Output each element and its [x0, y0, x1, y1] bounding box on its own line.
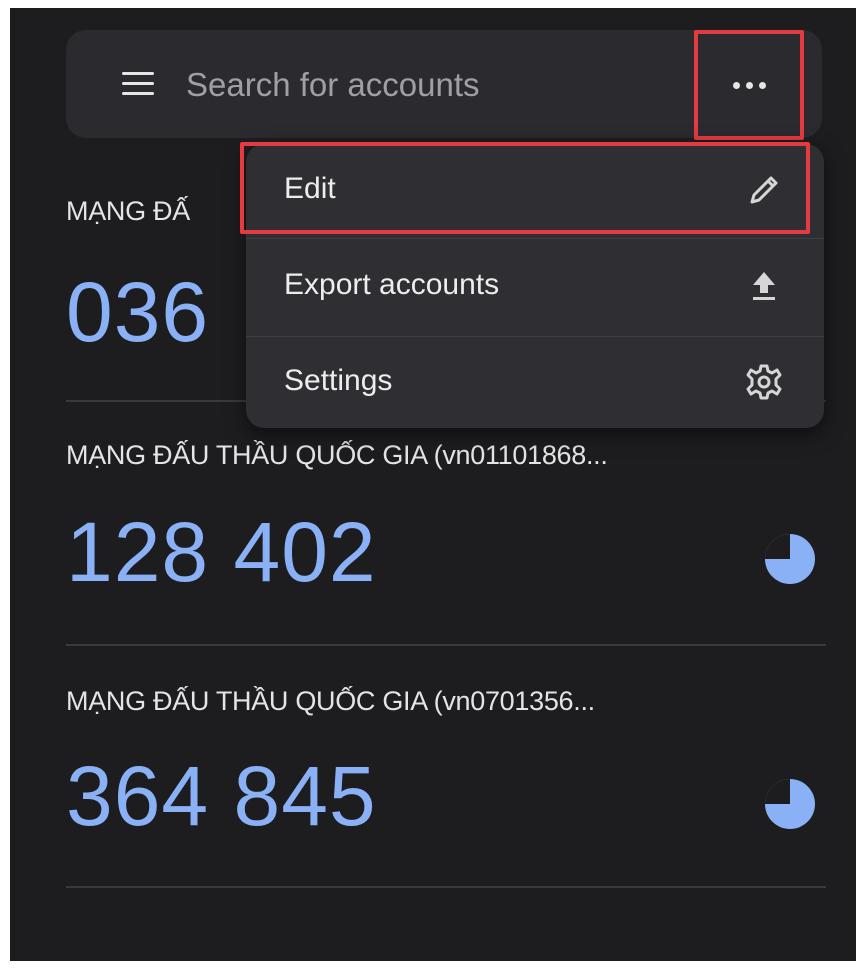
menu-item-label: Export accounts — [284, 268, 500, 301]
account-name: MẠNG ĐẤU THẦU QUỐC GIA (vn0701356... — [66, 686, 595, 716]
account-name: MẠNG ĐẤ — [66, 196, 190, 226]
account-code: 128 402 — [66, 505, 377, 599]
account-code: 364 845 — [66, 749, 377, 843]
timer-icon — [765, 534, 815, 584]
menu-divider — [246, 238, 824, 239]
search-input[interactable]: Search for accounts — [186, 66, 480, 104]
divider — [66, 644, 826, 646]
menu-item-label: Settings — [284, 364, 393, 397]
menu-icon[interactable] — [122, 72, 154, 96]
timer-icon — [765, 779, 815, 829]
menu-item-edit[interactable]: Edit — [246, 144, 824, 238]
menu-item-export[interactable]: Export accounts — [246, 240, 824, 334]
more-options-button[interactable] — [694, 30, 804, 140]
gear-icon — [746, 364, 782, 400]
divider — [66, 886, 826, 888]
app-screen: Search for accounts MẠNG ĐẤ 036 MẠNG ĐẤU… — [10, 8, 856, 961]
upload-icon — [753, 272, 775, 300]
menu-item-settings[interactable]: Settings — [246, 336, 824, 430]
account-code: 036 — [66, 265, 210, 359]
pencil-icon — [750, 176, 778, 204]
search-bar[interactable]: Search for accounts — [66, 30, 822, 140]
menu-item-label: Edit — [284, 172, 336, 205]
overflow-menu: Edit Export accounts Settings — [246, 144, 824, 428]
more-dots-icon — [732, 81, 766, 89]
account-name: MẠNG ĐẤU THẦU QUỐC GIA (vn01101868... — [66, 440, 608, 470]
